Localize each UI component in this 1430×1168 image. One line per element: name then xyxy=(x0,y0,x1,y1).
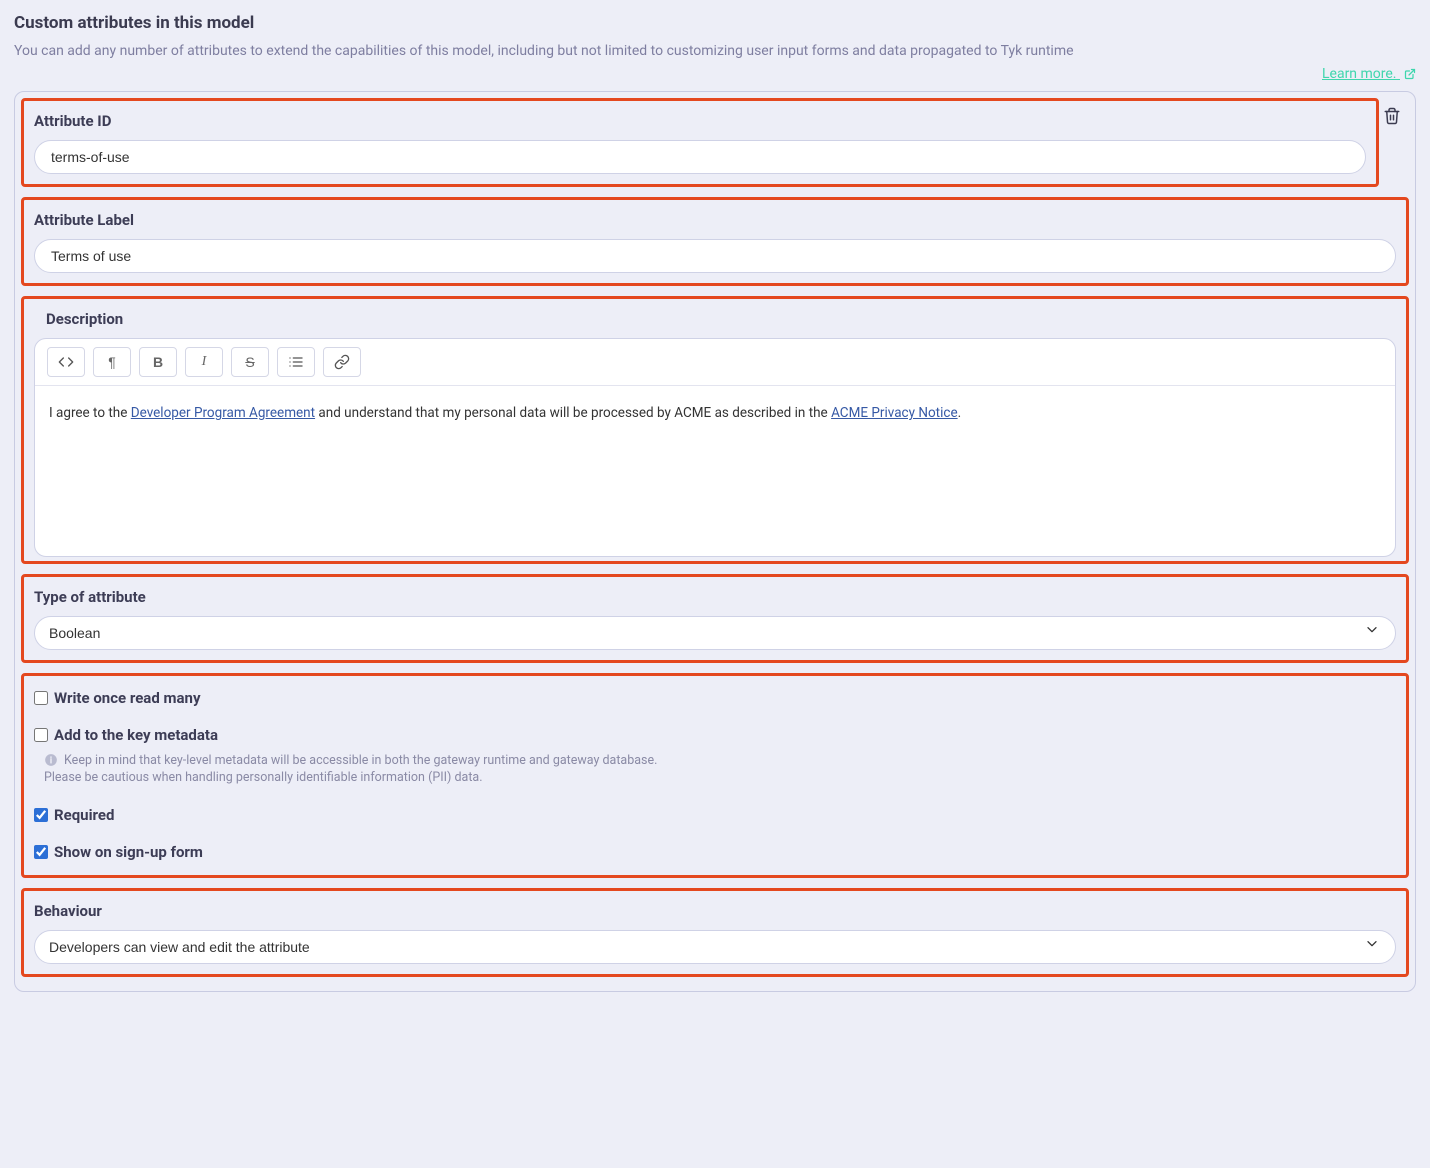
behaviour-select[interactable]: Developers can view and edit the attribu… xyxy=(34,930,1396,964)
info-icon xyxy=(44,753,58,767)
add-metadata-label[interactable]: Add to the key metadata xyxy=(54,725,218,746)
attribute-label-label: Attribute Label xyxy=(34,210,1396,231)
toolbar-strike-button[interactable]: S xyxy=(231,347,269,377)
toolbar-paragraph-button[interactable]: ¶ xyxy=(93,347,131,377)
delete-button[interactable] xyxy=(1383,106,1401,133)
type-select[interactable]: Boolean xyxy=(34,616,1396,650)
description-label: Description xyxy=(46,309,1396,330)
section-description: You can add any number of attributes to … xyxy=(14,42,1416,62)
description-content[interactable]: I agree to the Developer Program Agreeme… xyxy=(35,386,1395,556)
section-title: Custom attributes in this model xyxy=(14,12,1416,36)
learn-more-link[interactable]: Learn more. xyxy=(1322,66,1416,82)
attribute-panel: Attribute ID Attribute Label Description… xyxy=(14,91,1416,992)
trash-icon xyxy=(1383,106,1401,126)
required-label[interactable]: Required xyxy=(54,805,114,826)
desc-text-mid: and understand that my personal data wil… xyxy=(315,405,831,421)
toolbar-list-button[interactable] xyxy=(277,347,315,377)
description-editor: ¶ B I S I agree to the Developer Program… xyxy=(34,338,1396,557)
behaviour-label: Behaviour xyxy=(34,901,1396,922)
type-label: Type of attribute xyxy=(34,587,1396,608)
toolbar-link-button[interactable] xyxy=(323,347,361,377)
toolbar-code-button[interactable] xyxy=(47,347,85,377)
external-link-icon xyxy=(1404,67,1416,87)
attribute-label-input[interactable] xyxy=(34,239,1396,273)
learn-more-label: Learn more. xyxy=(1322,66,1397,82)
italic-icon: I xyxy=(202,354,207,370)
bold-icon: B xyxy=(153,354,163,370)
add-metadata-helper: Keep in mind that key-level metadata wil… xyxy=(44,752,1396,787)
attribute-id-label: Attribute ID xyxy=(34,111,1366,132)
strike-icon: S xyxy=(245,354,254,370)
required-checkbox[interactable] xyxy=(34,808,48,822)
desc-text-pre: I agree to the xyxy=(49,405,131,421)
toolbar-bold-button[interactable]: B xyxy=(139,347,177,377)
write-once-checkbox[interactable] xyxy=(34,691,48,705)
show-signup-label[interactable]: Show on sign-up form xyxy=(54,842,203,863)
show-signup-checkbox[interactable] xyxy=(34,845,48,859)
pilcrow-icon: ¶ xyxy=(108,354,116,370)
link-icon xyxy=(334,354,350,370)
acme-privacy-notice-link[interactable]: ACME Privacy Notice xyxy=(831,405,958,421)
metadata-helper-line1: Keep in mind that key-level metadata wil… xyxy=(64,753,657,768)
code-icon xyxy=(58,354,74,370)
editor-toolbar: ¶ B I S xyxy=(35,339,1395,386)
developer-program-agreement-link[interactable]: Developer Program Agreement xyxy=(131,405,315,421)
desc-text-post: . xyxy=(958,405,962,421)
list-icon xyxy=(288,354,304,370)
metadata-helper-line2: Please be cautious when handling persona… xyxy=(44,769,483,787)
write-once-label[interactable]: Write once read many xyxy=(54,688,201,709)
add-metadata-checkbox[interactable] xyxy=(34,728,48,742)
attribute-id-input[interactable] xyxy=(34,140,1366,174)
toolbar-italic-button[interactable]: I xyxy=(185,347,223,377)
